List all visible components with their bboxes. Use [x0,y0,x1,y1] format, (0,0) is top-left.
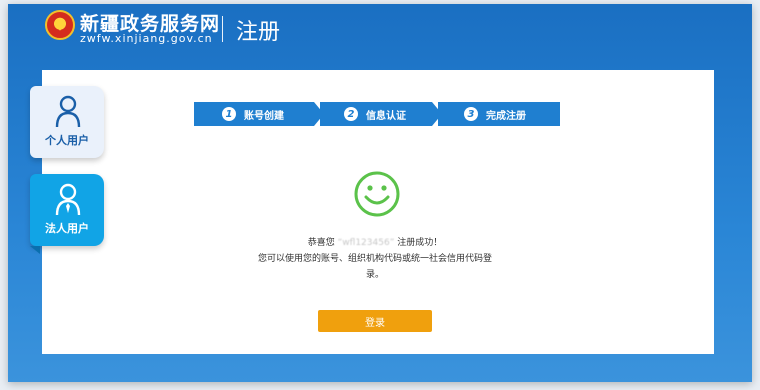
header-divider [222,16,223,42]
site-domain: zwfw.xinjiang.gov.cn [80,32,213,45]
tab-legal-label: 法人用户 [45,222,89,235]
step-label: 完成注册 [486,110,526,122]
step-number: 3 [464,107,478,121]
login-instructions: 您可以使用您的账号、组织机构代码或统一社会信用代码登 [257,254,492,264]
tab-personal-label: 个人用户 [45,134,89,147]
national-emblem-icon [45,10,75,40]
success-message: 恭喜您 “wfl123456” 注册成功！ [200,235,550,248]
step-info-verification: 2 信息认证 [320,102,432,126]
step-number: 2 [344,107,358,121]
step-label: 账号创建 [244,110,284,122]
step-number: 1 [222,107,236,121]
success-smile-icon [354,171,400,217]
login-button[interactable]: 登录 [318,310,432,332]
step-complete-registration: 3 完成注册 [438,102,560,126]
person-icon [55,95,81,128]
step-label: 信息认证 [366,110,406,122]
login-instructions-end: 录。 [365,270,384,280]
step-account-creation: 1 账号创建 [194,102,314,126]
message-suffix: 注册成功！ [397,238,443,248]
message-prefix: 恭喜您 [307,238,335,248]
tab-personal-user[interactable]: 个人用户 [30,86,104,158]
registered-account: “wfl123456” [337,238,395,248]
tab-legal-user[interactable]: 法人用户 [30,174,104,246]
tab-notch [30,246,40,254]
registration-steps: 1 账号创建 2 信息认证 3 完成注册 [194,102,560,126]
page-title: 注册 [236,20,281,45]
business-person-icon [55,183,81,216]
